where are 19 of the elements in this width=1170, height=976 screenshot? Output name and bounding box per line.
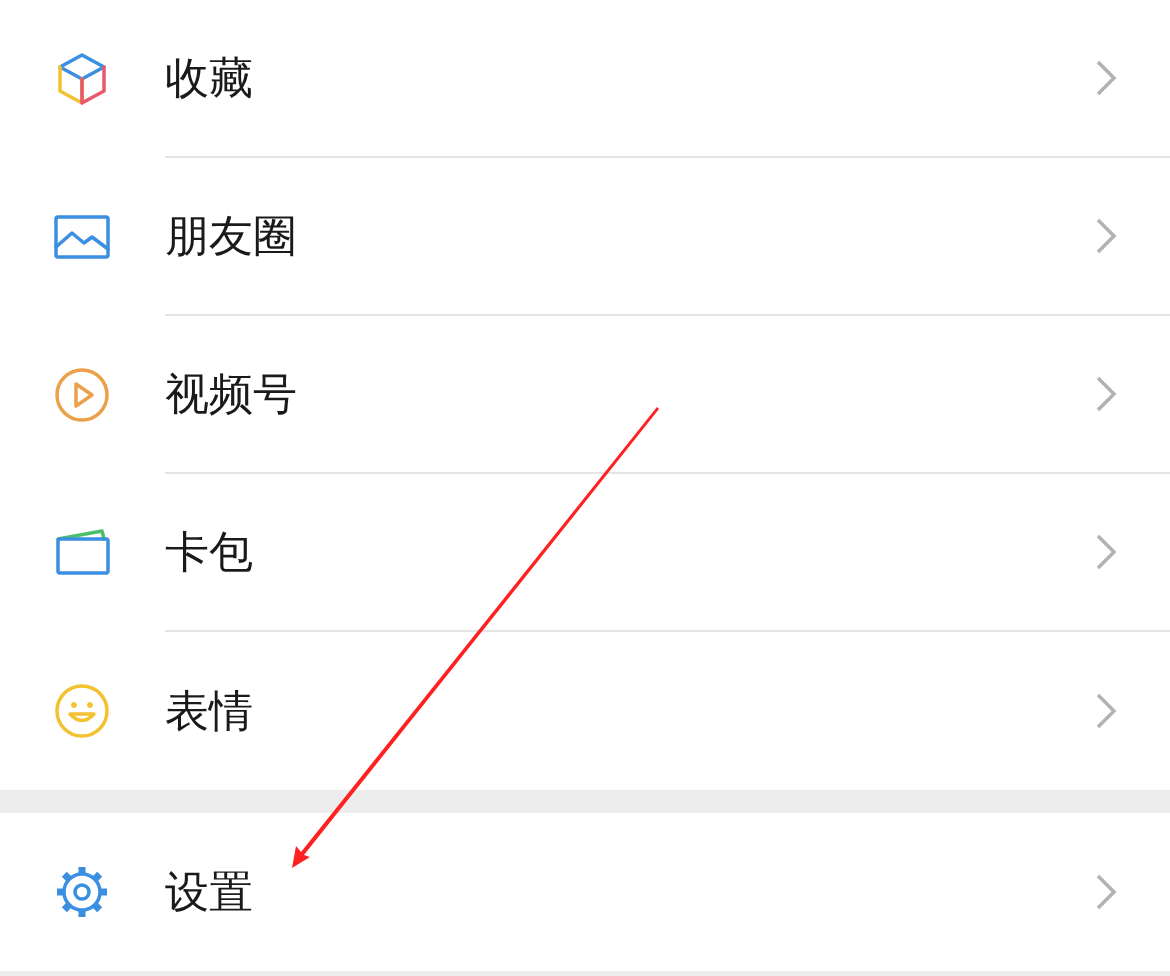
- chevron-right-icon: [1094, 532, 1118, 572]
- chevron-right-icon: [1094, 691, 1118, 731]
- menu-item[interactable]: 视频号: [0, 316, 1170, 474]
- menu-item[interactable]: 设置: [0, 813, 1170, 971]
- menu-item[interactable]: 收藏: [0, 0, 1170, 158]
- chevron-right-icon: [1094, 872, 1118, 912]
- smiley-icon: [52, 681, 112, 741]
- menu-label: 收藏: [165, 52, 254, 104]
- chevron-right-icon: [1094, 216, 1118, 256]
- chevron-right-icon: [1094, 374, 1118, 414]
- menu-label: 设置: [165, 866, 254, 918]
- menu-item[interactable]: 表情: [0, 632, 1170, 790]
- menu-label: 卡包: [165, 526, 254, 578]
- menu-label: 视频号: [165, 368, 298, 420]
- menu-item[interactable]: 朋友圈: [0, 158, 1170, 316]
- chevron-right-icon: [1094, 58, 1118, 98]
- menu-label: 朋友圈: [165, 210, 298, 262]
- play-icon: [52, 365, 112, 425]
- menu-label: 表情: [165, 685, 254, 737]
